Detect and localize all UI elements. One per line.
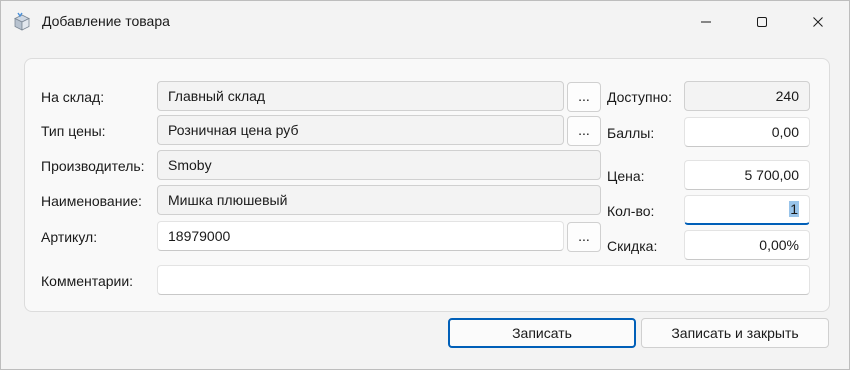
available-field: 240 (684, 81, 810, 111)
points-input[interactable]: 0,00 (684, 117, 810, 147)
minimize-icon (701, 21, 711, 23)
window-title: Добавление товара (42, 13, 170, 29)
points-label: Баллы: (607, 125, 655, 141)
price-type-select-button[interactable]: ... (567, 116, 601, 146)
save-and-close-button[interactable]: Записать и закрыть (641, 318, 829, 348)
box-icon (12, 12, 32, 32)
article-select-button[interactable]: ... (567, 222, 601, 252)
discount-label: Скидка: (607, 238, 658, 254)
quantity-selected-value: 1 (789, 201, 799, 217)
dialog-window: Добавление товара На склад: Главный скла… (0, 0, 850, 370)
maximize-button[interactable] (739, 1, 785, 43)
name-label: Наименование: (41, 193, 142, 209)
article-input[interactable]: 18979000 (157, 221, 564, 251)
name-field[interactable]: Мишка плюшевый (157, 185, 601, 215)
quantity-label: Кол-во: (607, 203, 655, 219)
comment-input[interactable] (157, 265, 810, 295)
comment-label: Комментарии: (41, 273, 134, 289)
discount-input[interactable]: 0,00% (684, 230, 810, 260)
manufacturer-field[interactable]: Smoby (157, 150, 601, 180)
price-input[interactable]: 5 700,00 (684, 160, 810, 190)
close-icon (813, 17, 823, 27)
warehouse-select-button[interactable]: ... (567, 82, 601, 112)
price-type-label: Тип цены: (41, 123, 106, 139)
warehouse-field[interactable]: Главный склад (157, 81, 564, 111)
title-bar: Добавление товара (1, 1, 849, 43)
minimize-button[interactable] (683, 1, 729, 43)
available-label: Доступно: (607, 89, 672, 105)
article-label: Артикул: (41, 229, 98, 245)
manufacturer-label: Производитель: (41, 158, 145, 174)
maximize-icon (757, 17, 767, 27)
price-label: Цена: (607, 168, 645, 184)
close-button[interactable] (795, 1, 841, 43)
save-button[interactable]: Записать (448, 318, 636, 348)
quantity-input[interactable]: 1 (684, 195, 810, 225)
price-type-field[interactable]: Розничная цена руб (157, 115, 564, 145)
warehouse-label: На склад: (41, 89, 105, 105)
